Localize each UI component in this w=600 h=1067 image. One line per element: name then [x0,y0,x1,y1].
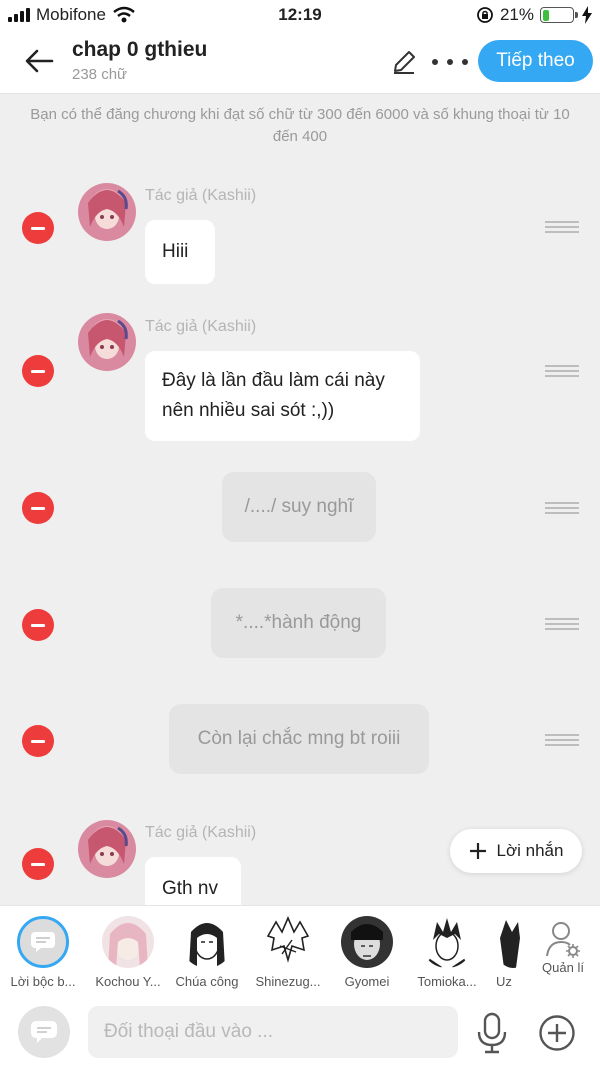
word-count: 238 chữ [72,66,128,83]
author-name: Tác giả (Kashii) [145,318,257,335]
chapter-title: chap 0 gthieu [72,38,208,61]
remove-message-button[interactable] [22,355,54,387]
microphone-icon[interactable] [474,1012,510,1054]
remove-message-button[interactable] [22,492,54,524]
narration-bubble[interactable]: Còn lại chắc mng bt roiii [169,704,429,774]
author-avatar [78,183,136,241]
manage-user-icon [546,922,580,958]
remove-message-button[interactable] [22,848,54,880]
dialog-bubble[interactable]: Gth nv [145,857,241,905]
character-avatar [181,916,233,968]
message-row: Tác giả (Kashii) Hiii [0,180,600,290]
author-name: Tác giả (Kashii) [145,824,257,841]
add-note-button[interactable]: Lời nhắn [450,829,582,873]
drag-handle-icon[interactable] [545,502,579,514]
character-avatar [262,916,314,968]
input-bar [0,1000,600,1067]
next-button[interactable]: Tiếp theo [478,40,593,82]
battery-percent: 21% [499,5,534,24]
plus-icon [469,843,486,859]
drag-handle-icon[interactable] [545,365,579,377]
author-name: Tác giả (Kashii) [145,187,257,204]
character-avatar [494,916,532,968]
drag-handle-icon[interactable] [545,618,579,630]
rotation-lock-icon [477,7,493,23]
drag-handle-icon[interactable] [545,734,579,746]
dialog-text: Đây là lần đầu làm cái này [162,370,385,391]
character-label: Shinezug... [255,974,321,989]
publish-requirement-text: Bạn có thể đăng chương khi đạt số chữ từ… [30,106,570,145]
back-arrow-icon[interactable] [22,44,56,78]
character-label: Tomioka... [417,974,477,989]
character-avatar [421,916,473,968]
character-bar: Lời bộc b... Kochou Y... Chúa công Shine… [0,905,600,1000]
character-avatar [341,916,393,968]
character-uzui[interactable]: Uz [476,916,532,989]
character-label: Gyomei [344,974,390,989]
battery-icon [540,7,578,23]
add-note-label: Lời nhắn [496,841,564,860]
dialog-bubble[interactable]: Hiii [145,220,215,284]
character-kochou[interactable]: Kochou Y... [88,916,168,989]
dialog-text: Hiii [162,241,189,262]
character-label: Lời bộc b... [10,974,76,989]
message-row: Còn lại chắc mng bt roiii [0,704,600,776]
character-gyomei[interactable]: Gyomei [327,916,407,989]
chat-bubble-icon [31,1021,57,1043]
message-row: Tác giả (Kashii) Đây là lần đầu làm cái … [0,311,600,446]
more-options-icon[interactable] [432,48,468,76]
character-narration[interactable]: Lời bộc b... [3,916,83,989]
author-avatar [78,820,136,878]
message-row: /..../ suy nghĩ [0,472,600,544]
message-row: *....*hành động [0,588,600,660]
character-avatar [102,916,154,968]
narration-toggle-button[interactable] [18,1006,70,1058]
dialog-text: nên nhiều sai sót :,)) [162,400,335,421]
status-right: 21% [476,5,592,25]
character-chua-cong[interactable]: Chúa công [167,916,247,989]
charging-icon [582,6,592,24]
drag-handle-icon[interactable] [545,221,579,233]
character-label: Kochou Y... [95,974,161,989]
narration-bubble[interactable]: *....*hành động [211,588,386,658]
narration-icon [17,916,69,968]
dialog-bubble[interactable]: Đây là lần đầu làm cái này nên nhiều sai… [145,351,420,441]
add-circle-icon[interactable] [538,1014,576,1052]
author-avatar [78,313,136,371]
character-shinezugawa[interactable]: Shinezug... [248,916,328,989]
editor-header: chap 0 gthieu 238 chữ Tiếp theo [0,30,600,94]
dialog-input[interactable] [88,1006,458,1058]
remove-message-button[interactable] [22,212,54,244]
manage-characters-button[interactable]: Quản lí [528,916,598,975]
character-tomioka[interactable]: Tomioka... [407,916,487,989]
character-label: Uz [496,974,512,989]
edit-pencil-icon[interactable] [390,48,418,76]
character-label: Chúa công [175,974,239,989]
status-bar: Mobifone 12:19 21% [0,0,600,30]
manage-label: Quản lí [542,960,584,975]
narration-bubble[interactable]: /..../ suy nghĩ [222,472,376,542]
dialog-text: Gth nv [162,878,218,899]
remove-message-button[interactable] [22,725,54,757]
remove-message-button[interactable] [22,609,54,641]
